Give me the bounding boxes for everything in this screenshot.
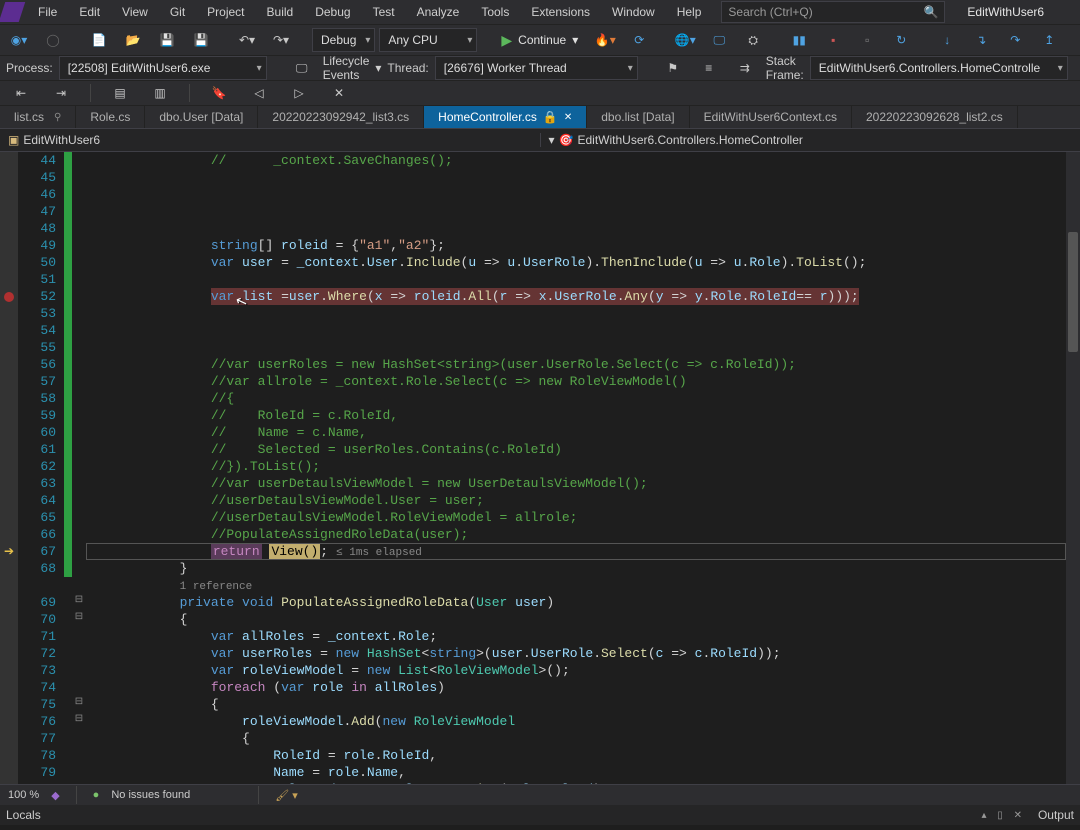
platform-dropdown[interactable]: Any CPU [379,28,477,52]
threads-icon[interactable]: ⇉ [730,57,760,79]
hot-reload-button[interactable]: 🔥▾ [590,29,620,51]
editor-status-bar: 100 % ◆ ● No issues found 🖌 ▾ [0,784,1080,805]
new-item-button[interactable]: 📄 [84,29,114,51]
output-tab[interactable]: Output [1038,808,1074,822]
step-into-button[interactable]: ↴ [966,29,996,51]
bookmark-button[interactable]: 🔖 [204,82,234,104]
class-selector[interactable]: ▾ 🎯 EditWithUser6.Controllers.HomeContro… [541,133,1080,147]
save-button[interactable]: 💾 [152,29,182,51]
lifecycle-icon[interactable]: 🖵 [287,57,317,79]
project-selector[interactable]: ▣ EditWithUser6 [0,133,541,147]
redo-button[interactable]: ↷▾ [266,29,296,51]
prev-bookmark-button[interactable]: ◁ [244,82,274,104]
tab-homecontroller[interactable]: HomeController.cs 🔒 ✕ [424,106,587,128]
code-area[interactable]: // _context.SaveChanges(); string[] role… [86,152,1066,784]
settings-button[interactable]: ⛭ [738,29,768,51]
ok-icon: ● [93,789,100,801]
restart-debug-button[interactable]: ↻ [886,29,916,51]
document-tabs: list.cs Role.cs dbo.User [Data] 20220223… [0,106,1080,129]
stop-button[interactable]: ▪ [818,29,848,51]
menu-view[interactable]: View [112,3,158,21]
zoom-level[interactable]: 100 % [8,789,39,801]
menu-bar: File Edit View Git Project Build Debug T… [0,0,1080,24]
tab-migration-list2[interactable]: 20220223092628_list2.cs [852,106,1018,128]
continue-button[interactable]: ▶ Continue ▾ [493,32,586,49]
step-over-button[interactable]: ↷ [1000,29,1030,51]
step-out-button[interactable]: ↥ [1034,29,1064,51]
search-icon: 🔍 [923,5,938,19]
config-dropdown[interactable]: Debug [312,28,375,52]
menu-git[interactable]: Git [160,3,195,21]
comment-button[interactable]: ▤ [105,82,135,104]
scrollbar-thumb[interactable] [1068,232,1078,352]
browser-link-button[interactable]: 🌐▾ [670,29,700,51]
play-icon: ▶ [501,32,512,49]
search-placeholder: Search (Ctrl+Q) [728,5,812,19]
next-bookmark-button[interactable]: ▷ [284,82,314,104]
lock-icon: 🔒 [543,110,558,124]
restart-button[interactable]: ⟳ [624,29,654,51]
locals-tab[interactable]: Locals [6,808,41,822]
open-button[interactable]: 📂 [118,29,148,51]
indent-less-button[interactable]: ⇤ [6,82,36,104]
process-dropdown[interactable]: [22508] EditWithUser6.exe [59,56,267,80]
menu-project[interactable]: Project [197,3,254,21]
outlining-margin[interactable]: ⊟⊟⊟⊟ [72,152,86,784]
tab-role-cs[interactable]: Role.cs [76,106,145,128]
code-editor[interactable]: ➔ 44454647484950515253545556575859606162… [0,152,1080,784]
stackframe-dropdown[interactable]: EditWithUser6.Controllers.HomeControlle [810,56,1068,80]
thread-dropdown[interactable]: [26676] Worker Thread [435,56,638,80]
menu-window[interactable]: Window [602,3,665,21]
vertical-scrollbar[interactable] [1066,152,1080,784]
show-next-button[interactable]: ↓ [932,29,962,51]
scope-icon[interactable]: ◆ [51,789,59,802]
menu-analyze[interactable]: Analyze [407,3,470,21]
tab-dbo-list[interactable]: dbo.list [Data] [587,106,689,128]
brush-icon[interactable]: 🖌 ▾ [275,789,298,802]
menu-test[interactable]: Test [363,3,405,21]
tab-dbo-user[interactable]: dbo.User [Data] [145,106,258,128]
pause-button[interactable]: ▮▮ [784,29,814,51]
stop-all-button[interactable]: ▫ [852,29,882,51]
text-editor-toolbar: ⇤ ⇥ ▤ ▥ 🔖 ◁ ▷ ✕ [0,81,1080,106]
uncomment-button[interactable]: ▥ [145,82,175,104]
tab-migration-list3[interactable]: 20220223092942_list3.cs [258,106,424,128]
code-nav-bar: ▣ EditWithUser6 ▾ 🎯 EditWithUser6.Contro… [0,129,1080,152]
solution-name: EditWithUser6 [967,5,1044,19]
menu-tools[interactable]: Tools [471,3,519,21]
line-number-margin: 4445464748495051525354555657585960616263… [18,152,64,784]
debug-location-bar: Process: [22508] EditWithUser6.exe 🖵 Lif… [0,56,1080,81]
undo-button[interactable]: ↶▾ [232,29,262,51]
lifecycle-label[interactable]: Lifecycle Events [323,54,370,82]
bottom-tool-tabs: Locals ▴ ▯ ✕ Output [0,805,1080,825]
tab-context[interactable]: EditWithUser6Context.cs [690,106,852,128]
csharp-project-icon: ▣ [8,133,19,147]
window-controls[interactable]: ▴ ▯ ✕ [982,810,1026,821]
clear-bookmarks-button[interactable]: ✕ [324,82,354,104]
issues-label[interactable]: No issues found [111,789,190,801]
vs-logo-icon [0,2,25,22]
nav-back-button[interactable]: ◉▾ [4,29,34,51]
search-box[interactable]: Search (Ctrl+Q) 🔍 [721,1,945,23]
process-label: Process: [6,61,53,75]
save-all-button[interactable]: 💾 [186,29,216,51]
menu-build[interactable]: Build [257,3,304,21]
menu-file[interactable]: File [28,3,67,21]
indent-more-button[interactable]: ⇥ [46,82,76,104]
menu-help[interactable]: Help [667,3,712,21]
filter-icon[interactable]: ≡ [694,57,724,79]
menu-debug[interactable]: Debug [305,3,360,21]
standard-toolbar: ◉▾ ◯ 📄 📂 💾 💾 ↶▾ ↷▾ Debug Any CPU ▶ Conti… [0,24,1080,56]
nav-fwd-button[interactable]: ◯ [38,29,68,51]
close-icon[interactable]: ✕ [564,112,572,123]
tab-list-cs[interactable]: list.cs [0,106,76,128]
stackframe-label: Stack Frame: [766,54,804,82]
change-margin [64,152,72,784]
flag-icon[interactable]: ⚑ [658,57,688,79]
class-icon: 🎯 [559,133,574,147]
thread-label: Thread: [387,61,428,75]
menu-extensions[interactable]: Extensions [521,3,600,21]
web-button[interactable]: 🖵 [704,29,734,51]
menu-edit[interactable]: Edit [69,3,110,21]
